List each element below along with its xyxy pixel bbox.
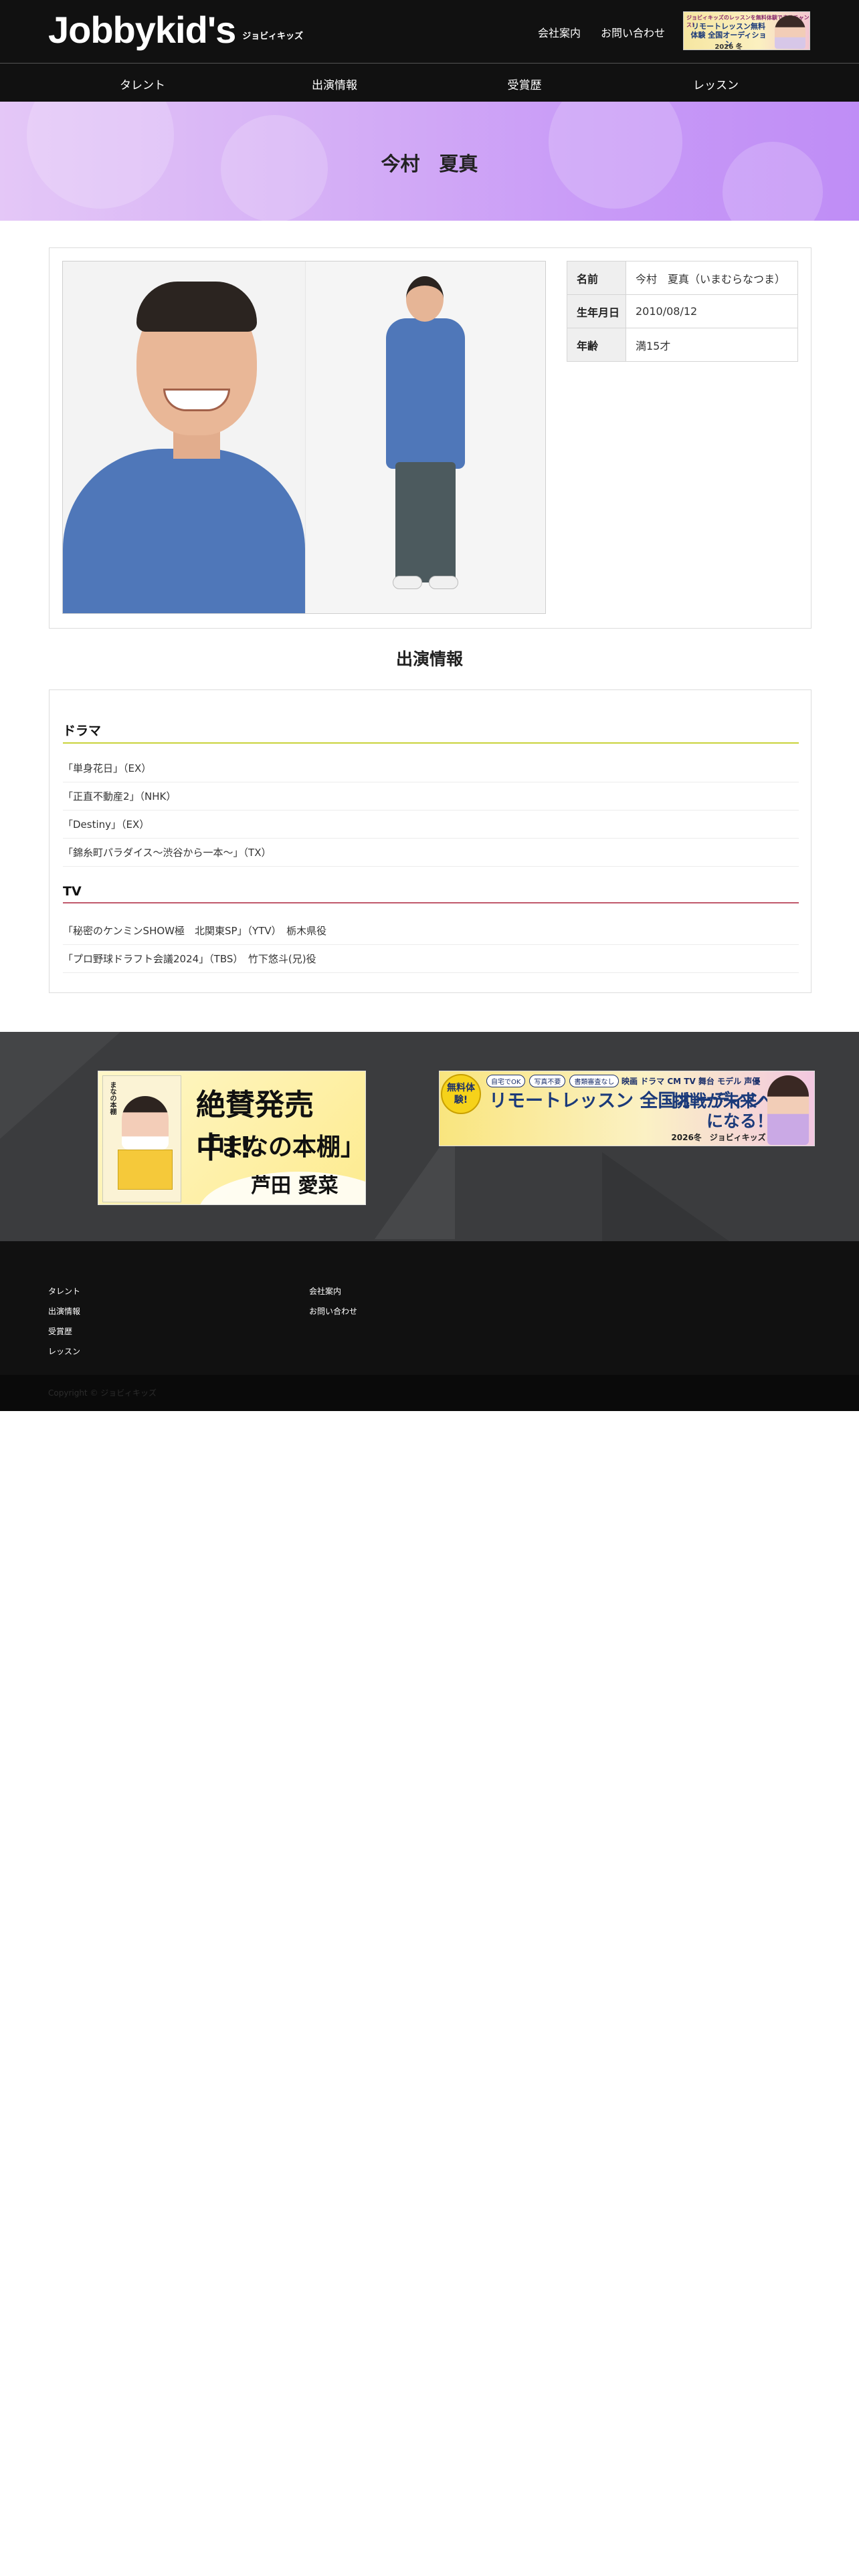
footer-link-contact[interactable]: お問い合わせ xyxy=(309,1305,357,1317)
tv-heading: TV xyxy=(63,884,799,903)
remote-banner-photo xyxy=(767,1075,809,1145)
promo-banner-band: まなの本棚 絶賛発売中!! 「まなの本棚」 芦田 愛菜 無料体験! 自宅でOK … xyxy=(0,1032,859,1241)
remote-banner-tag: 書類審査なし xyxy=(569,1075,619,1087)
footer-link-lessons[interactable]: レッスン xyxy=(48,1346,80,1357)
photo-hair xyxy=(136,282,257,332)
footer-link-awards[interactable]: 受賞歴 xyxy=(48,1325,72,1337)
book-cover-photo xyxy=(122,1096,169,1150)
site-logo[interactable]: Jobbykid's ジョビィキッズ xyxy=(48,9,303,51)
logo-subtext: ジョビィキッズ xyxy=(242,31,304,41)
book-banner-author: 芦田 愛菜 xyxy=(251,1174,339,1198)
profile-row-birthdate: 生年月日 2010/08/12 xyxy=(567,294,798,328)
main-nav: タレント 出演情報 受賞歴 レッスン xyxy=(0,63,859,102)
profile-label: 名前 xyxy=(567,261,626,295)
hero-banner: 今村 夏真 xyxy=(0,102,859,221)
contact-link[interactable]: お問い合わせ xyxy=(601,24,665,40)
logo-text: Jobbykid's xyxy=(48,9,236,51)
profile-section: 名前 今村 夏真（いまむらなつま） 生年月日 2010/08/12 年齢 満15… xyxy=(49,247,812,629)
page-title: 今村 夏真 xyxy=(381,152,478,175)
remote-banner-tags: 自宅でOK 写真不要 書類審査なし xyxy=(486,1075,619,1087)
band-decoration xyxy=(602,1152,736,1241)
appearances-section: ドラマ 「単身花日」（EX） 「正直不動産2」（NHK） 「Destiny」（E… xyxy=(49,689,812,993)
header-banner-year: 2026 冬 xyxy=(714,43,743,50)
header-banner-photo xyxy=(775,15,805,49)
tv-item: 「プロ野球ドラフト会議2024」（TBS） 竹下悠斗(兄)役 xyxy=(63,946,799,973)
fullbody-pants xyxy=(395,462,456,582)
book-cover-image: まなの本棚 xyxy=(102,1075,181,1202)
profile-row-name: 名前 今村 夏真（いまむらなつま） xyxy=(567,261,798,295)
remote-audition-banner[interactable]: 無料体験! 自宅でOK 写真不要 書類審査なし 映画 ドラマ CM TV 舞台 … xyxy=(439,1071,815,1146)
profile-value: 今村 夏真（いまむらなつま） xyxy=(626,261,798,295)
drama-item: 「正直不動産2」（NHK） xyxy=(63,783,799,811)
profile-label: 生年月日 xyxy=(567,294,626,328)
footer-link-appearances[interactable]: 出演情報 xyxy=(48,1305,80,1317)
fullbody-shirt xyxy=(386,318,465,469)
company-link[interactable]: 会社案内 xyxy=(538,24,581,40)
drama-item: 「Destiny」（EX） xyxy=(63,811,799,839)
copyright-text: Copyright © ジョビィキッズ xyxy=(48,1388,157,1398)
footer-link-talent[interactable]: タレント xyxy=(48,1285,80,1297)
nav-item-talent[interactable]: タレント xyxy=(120,76,165,92)
remote-banner-genres: 映画 ドラマ CM TV 舞台 モデル 声優 xyxy=(622,1077,761,1086)
fullbody-shoe xyxy=(393,576,422,589)
drama-item: 「単身花日」（EX） xyxy=(63,755,799,782)
profile-photo xyxy=(62,261,546,614)
top-header: Jobbykid's ジョビィキッズ 会社案内 お問い合わせ ジョビィキッズのレ… xyxy=(0,0,859,63)
copyright-bar: Copyright © ジョビィキッズ xyxy=(0,1375,859,1411)
header-audition-banner[interactable]: ジョビィキッズのレッスンを無料体験できるチャンス！ リモートレッスン無料体験 全… xyxy=(683,11,810,50)
book-promo-banner[interactable]: まなの本棚 絶賛発売中!! 「まなの本棚」 芦田 愛菜 xyxy=(98,1071,366,1205)
fullbody-head xyxy=(406,276,444,322)
fullbody-shoe xyxy=(429,576,458,589)
profile-value: 満15才 xyxy=(626,328,798,362)
free-trial-badge: 無料体験! xyxy=(441,1074,481,1114)
book-cover-title: まなの本棚 xyxy=(108,1081,116,1115)
profile-value: 2010/08/12 xyxy=(626,294,798,328)
drama-item: 「錦糸町パラダイス〜渋谷から一本〜」（TX） xyxy=(63,839,799,867)
footer: タレント 出演情報 受賞歴 レッスン 会社案内 お問い合わせ xyxy=(0,1241,859,1375)
tv-item: 「秘密のケンミンSHOW極 北関東SP」（YTV） 栃木県役 xyxy=(63,918,799,945)
photo-shirt xyxy=(63,449,305,613)
drama-heading: ドラマ xyxy=(63,721,799,744)
profile-table: 名前 今村 夏真（いまむらなつま） 生年月日 2010/08/12 年齢 満15… xyxy=(567,261,798,362)
profile-photo-fullbody xyxy=(305,261,545,613)
header-links: 会社案内 お問い合わせ xyxy=(538,24,665,40)
remote-banner-tag: 写真不要 xyxy=(529,1075,566,1087)
profile-photo-closeup xyxy=(63,261,305,613)
remote-banner-tag: 自宅でOK xyxy=(486,1075,526,1087)
footer-link-company[interactable]: 会社案内 xyxy=(309,1285,341,1297)
remote-banner-year: 2026冬 ジョビィキッズ xyxy=(671,1133,766,1142)
profile-row-age: 年齢 満15才 xyxy=(567,328,798,362)
book-banner-title: 「まなの本棚」 xyxy=(196,1134,365,1161)
profile-label: 年齢 xyxy=(567,328,626,362)
appearances-heading: 出演情報 xyxy=(395,649,463,669)
book-cover-book xyxy=(118,1150,173,1190)
nav-item-awards[interactable]: 受賞歴 xyxy=(508,76,542,92)
nav-item-appearances[interactable]: 出演情報 xyxy=(312,76,357,92)
nav-item-lessons[interactable]: レッスン xyxy=(693,76,739,92)
